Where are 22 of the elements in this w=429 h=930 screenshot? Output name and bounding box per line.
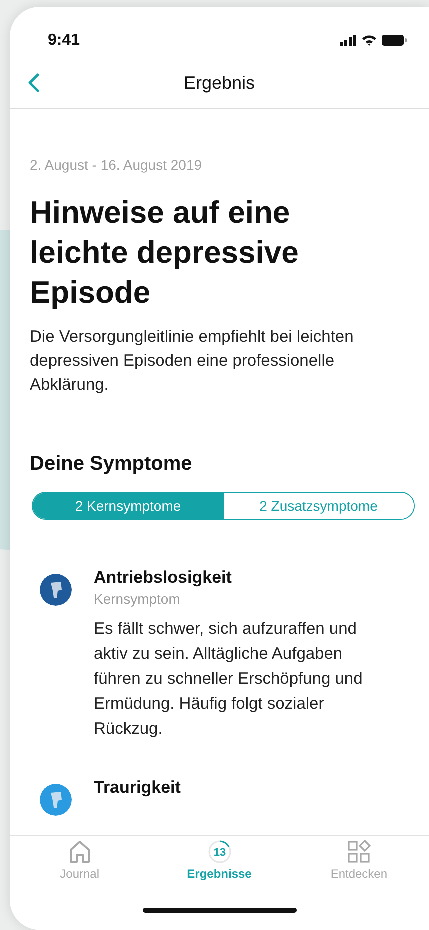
date-range: 2. August - 16. August 2019 — [30, 157, 204, 173]
result-description: Die Versorgungleitlinie empfiehlt bei leichten depressiven Episoden eine professionelle Abklärung. — [30, 327, 355, 396]
screen-title: Ergebnis — [184, 72, 256, 94]
home-icon — [68, 840, 91, 864]
symptom-type: Kernsymptom — [94, 591, 182, 607]
symptom-name: Traurigkeit — [94, 778, 182, 798]
tab-bar-item[interactable]: 13 Ergebnisse — [150, 840, 290, 890]
back-chevron-icon — [28, 73, 40, 93]
wifi-icon — [362, 35, 377, 46]
result-headline: Hinweise auf eine leichte depressive Episode — [30, 194, 300, 312]
tab-bar-item[interactable]: Journal — [10, 840, 150, 890]
symptom-name: Antriebslosigkeit — [94, 568, 233, 588]
back-button[interactable] — [26, 71, 42, 95]
tab-bar-item[interactable]: Entdecken — [289, 840, 429, 890]
symptom-description: Es fällt schwer, sich aufzuraffen und aktiv zu sein. Alltägliche Aufgaben führen zu schneller Erschöpfung und Ermüdung. Häufig folgt sozialer Rückzug. — [94, 619, 364, 740]
segment-tab[interactable]: 2 Kernsymptome — [33, 493, 224, 519]
section-title: Deine Symptome — [30, 453, 194, 476]
counter-label: 13 — [213, 847, 226, 859]
battery-icon — [382, 35, 407, 46]
grid-icon — [347, 840, 372, 864]
signal-icon — [340, 35, 357, 46]
status-time: 9:41 — [48, 32, 80, 50]
